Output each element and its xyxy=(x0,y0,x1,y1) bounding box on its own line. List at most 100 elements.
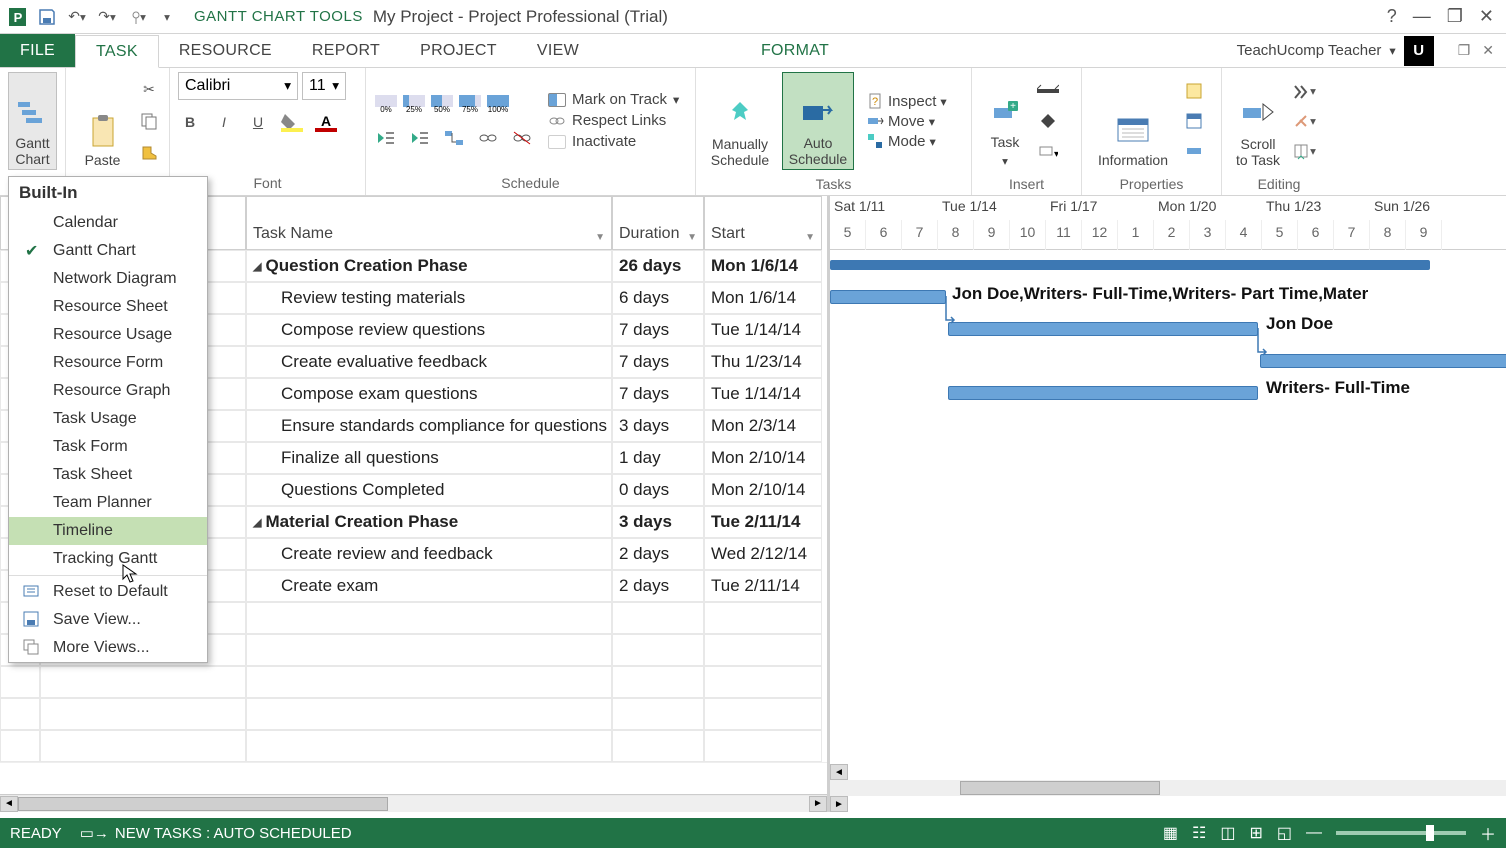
cell-start[interactable]: Tue 2/11/14 xyxy=(704,506,822,538)
view-item-network-diagram[interactable]: Network Diagram xyxy=(9,265,207,293)
zoom-out-icon[interactable]: — xyxy=(1306,824,1322,842)
cell-duration[interactable]: 3 days xyxy=(612,410,704,442)
tab-project[interactable]: PROJECT xyxy=(400,34,517,67)
cell-name[interactable]: Create review and feedback xyxy=(246,538,612,570)
save-icon[interactable] xyxy=(38,8,56,26)
cell-duration[interactable]: 0 days xyxy=(612,474,704,506)
view-item-tracking-gantt[interactable]: Tracking Gantt xyxy=(9,545,207,573)
cell-name[interactable]: Compose exam questions xyxy=(246,378,612,410)
information-button[interactable]: Information xyxy=(1090,72,1176,170)
unlink-tasks-icon[interactable] xyxy=(476,126,500,150)
tab-file[interactable]: FILE xyxy=(0,34,75,67)
move-button[interactable]: Move ▾ xyxy=(866,112,947,130)
cut-icon[interactable]: ✂ xyxy=(137,77,161,101)
view-item-calendar[interactable]: Calendar xyxy=(9,209,207,237)
notes-icon[interactable] xyxy=(1182,79,1206,103)
scroll-thumb[interactable] xyxy=(18,797,388,811)
cell-start[interactable]: Mon 2/10/14 xyxy=(704,474,822,506)
cell-duration[interactable]: 7 days xyxy=(612,378,704,410)
pct-50-icon[interactable]: 50% xyxy=(430,92,454,116)
view-shortcut-5-icon[interactable]: ◱ xyxy=(1277,823,1292,843)
view-item-task-sheet[interactable]: Task Sheet xyxy=(9,461,207,489)
format-painter-icon[interactable] xyxy=(137,141,161,165)
cell-duration[interactable]: 6 days xyxy=(612,282,704,314)
underline-button[interactable]: U xyxy=(246,110,270,134)
font-size-select[interactable]: 11 ▾ xyxy=(302,72,346,100)
cell-duration[interactable]: 7 days xyxy=(612,346,704,378)
cell-start[interactable]: Tue 1/14/14 xyxy=(704,314,822,346)
zoom-in-icon[interactable]: ＋ xyxy=(1480,821,1496,845)
chevron-down-icon[interactable]: ▼ xyxy=(805,232,815,243)
more-views-item[interactable]: More Views... xyxy=(9,634,207,662)
copy-icon[interactable] xyxy=(137,109,161,133)
redo-icon[interactable]: ↷ ▾ xyxy=(98,8,116,26)
view-item-timeline[interactable]: Timeline xyxy=(9,517,207,545)
bold-button[interactable]: B xyxy=(178,110,202,134)
cell-duration[interactable]: 2 days xyxy=(612,570,704,602)
milestone-icon[interactable] xyxy=(1036,109,1060,133)
deliverable-icon[interactable]: ▾ xyxy=(1036,139,1060,163)
scroll-right-icon[interactable]: ► xyxy=(809,796,827,812)
cell-name[interactable]: Ensure standards compliance for question… xyxy=(246,410,612,442)
cell-name[interactable]: Review testing materials xyxy=(246,282,612,314)
save-view-item[interactable]: Save View... xyxy=(9,606,207,634)
italic-button[interactable]: I xyxy=(212,110,236,134)
undo-icon[interactable]: ↶ ▾ xyxy=(68,8,86,26)
view-shortcut-4-icon[interactable]: ⊞ xyxy=(1249,823,1262,843)
scroll-left-icon[interactable]: ◄ xyxy=(830,764,848,780)
close-icon[interactable]: ✕ xyxy=(1479,6,1494,27)
outdent-icon[interactable] xyxy=(374,126,398,150)
zoom-slider[interactable] xyxy=(1336,831,1466,835)
view-shortcut-2-icon[interactable]: ☷ xyxy=(1192,823,1206,843)
cell-start[interactable]: Thu 1/23/14 xyxy=(704,346,822,378)
tab-report[interactable]: REPORT xyxy=(292,34,400,67)
collapse-icon[interactable]: ◢ xyxy=(253,516,261,529)
link-tasks-icon[interactable] xyxy=(442,126,466,150)
cell-start[interactable]: Tue 2/11/14 xyxy=(704,570,822,602)
collapse-icon[interactable]: ◢ xyxy=(253,260,261,273)
close-window-icon[interactable]: ✕ xyxy=(1482,42,1494,59)
fill-color-button[interactable] xyxy=(280,110,304,134)
inactivate-button[interactable]: Inactivate xyxy=(548,133,679,150)
cell-start[interactable]: Mon 1/6/14 xyxy=(704,282,822,314)
cell-name[interactable]: Questions Completed xyxy=(246,474,612,506)
table-row[interactable] xyxy=(0,666,827,698)
cell-start[interactable]: Mon 1/6/14 xyxy=(704,250,822,282)
restore-window-icon[interactable]: ❐ xyxy=(1458,42,1471,59)
details-icon[interactable] xyxy=(1182,109,1206,133)
table-row[interactable] xyxy=(0,730,827,762)
tab-resource[interactable]: RESOURCE xyxy=(159,34,292,67)
font-color-button[interactable]: A xyxy=(314,110,338,134)
qat-customize-icon[interactable]: ▾ xyxy=(158,8,176,26)
table-row[interactable] xyxy=(0,698,827,730)
find-icon[interactable]: ▾ xyxy=(1292,79,1316,103)
view-item-resource-sheet[interactable]: Resource Sheet xyxy=(9,293,207,321)
tab-view[interactable]: VIEW xyxy=(517,34,599,67)
cell-name[interactable]: Compose review questions xyxy=(246,314,612,346)
scroll-to-task-button[interactable]: Scroll to Task xyxy=(1230,72,1286,170)
cell-name[interactable]: ◢Question Creation Phase xyxy=(246,250,612,282)
cell-name[interactable]: ◢Material Creation Phase xyxy=(246,506,612,538)
cell-duration[interactable]: 2 days xyxy=(612,538,704,570)
cell-start[interactable]: Mon 2/3/14 xyxy=(704,410,822,442)
view-item-gantt-chart[interactable]: ✔Gantt Chart xyxy=(9,237,207,265)
cell-start[interactable]: Wed 2/12/14 xyxy=(704,538,822,570)
paste-button[interactable]: Paste xyxy=(74,72,131,170)
scroll-left-icon[interactable]: ◄ xyxy=(0,796,18,812)
view-item-resource-form[interactable]: Resource Form xyxy=(9,349,207,377)
respect-links-button[interactable]: Respect Links xyxy=(548,112,679,129)
cell-name[interactable]: Create evaluative feedback xyxy=(246,346,612,378)
auto-schedule-button[interactable]: Auto Schedule xyxy=(782,72,854,170)
view-shortcut-3-icon[interactable]: ◫ xyxy=(1220,823,1235,843)
link-icon[interactable]: ▾ xyxy=(128,8,146,26)
pct-25-icon[interactable]: 25% xyxy=(402,92,426,116)
gantt-hscroll[interactable]: ◄ ► xyxy=(830,764,1506,812)
account-name[interactable]: TeachUcomp Teacher ▾ U xyxy=(1225,34,1446,67)
fill-icon[interactable]: ▾ xyxy=(1292,139,1316,163)
cell-start[interactable]: Tue 1/14/14 xyxy=(704,378,822,410)
minimize-icon[interactable]: — xyxy=(1413,6,1431,27)
gantt-bar[interactable] xyxy=(830,290,946,304)
insert-task-button[interactable]: + Task▾ xyxy=(980,72,1030,170)
help-icon[interactable]: ? xyxy=(1387,6,1397,27)
cell-duration[interactable]: 7 days xyxy=(612,314,704,346)
